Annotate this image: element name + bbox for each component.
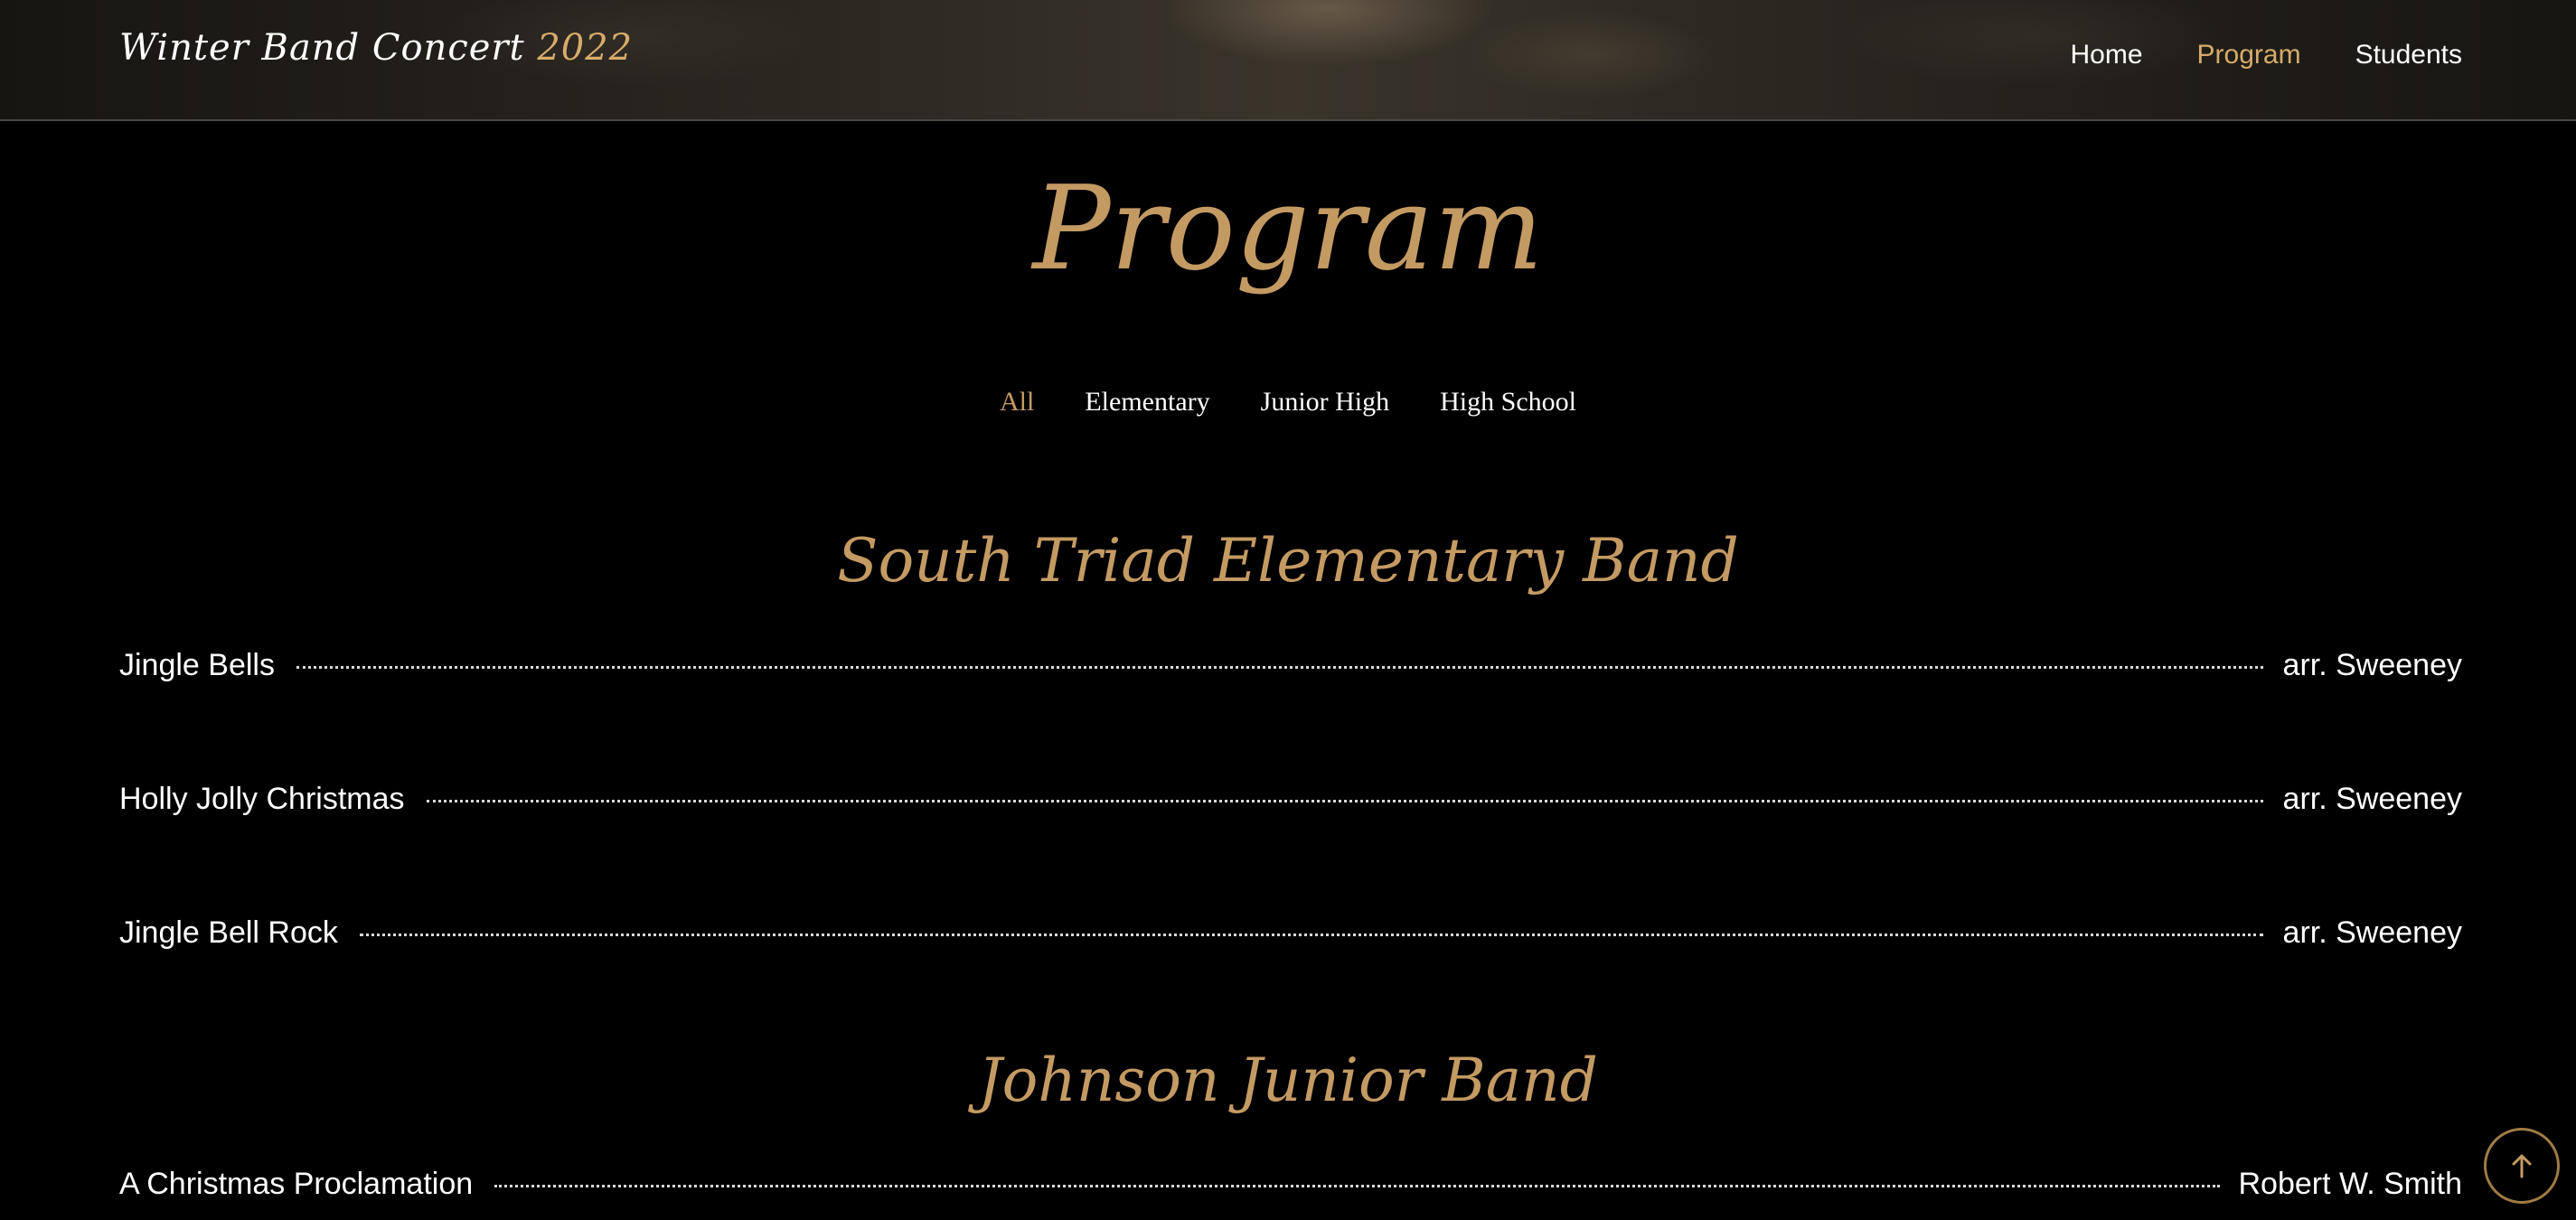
piece-credit: arr. Sweeney	[2282, 781, 2462, 816]
arrow-up-icon	[2512, 1154, 2532, 1178]
filter-junior-high[interactable]: Junior High	[1261, 387, 1390, 418]
site-header: Winter Band Concert 2022 Home Program St…	[0, 0, 2576, 121]
site-brand[interactable]: Winter Band Concert 2022	[119, 27, 633, 69]
piece-title: Holly Jolly Christmas	[119, 781, 405, 816]
filter-high-school[interactable]: High School	[1440, 387, 1576, 418]
dotted-leader	[494, 1184, 2221, 1187]
brand-name: Winter Band Concert	[119, 27, 525, 69]
program-row: Holly Jolly Christmas arr. Sweeney	[119, 779, 2462, 819]
filter-all[interactable]: All	[1000, 387, 1034, 418]
piece-title: A Christmas Proclamation	[119, 1166, 474, 1201]
piece-credit: arr. Sweeney	[2282, 647, 2462, 682]
dotted-leader	[359, 933, 2263, 936]
program-row: Jingle Bells arr. Sweeney	[119, 645, 2462, 685]
dotted-leader	[296, 665, 2263, 669]
program-filter: All Elementary Junior High High School	[0, 387, 2576, 418]
page-title: Program	[1032, 162, 1544, 296]
piece-title: Jingle Bell Rock	[119, 915, 338, 950]
back-to-top-button[interactable]	[2484, 1128, 2560, 1204]
section-title-junior: Johnson Junior Band	[978, 1046, 1598, 1115]
brand-year: 2022	[537, 27, 634, 69]
dotted-leader	[426, 799, 2263, 802]
program-row: A Christmas Proclamation Robert W. Smith	[119, 1164, 2462, 1204]
section-title-elementary: South Triad Elementary Band	[837, 526, 1739, 596]
piece-credit: Robert W. Smith	[2238, 1166, 2462, 1201]
filter-elementary[interactable]: Elementary	[1085, 387, 1209, 418]
nav-home[interactable]: Home	[2071, 40, 2143, 70]
nav-students[interactable]: Students	[2355, 40, 2462, 70]
main-nav: Home Program Students	[2071, 40, 2463, 70]
piece-credit: arr. Sweeney	[2282, 915, 2462, 950]
nav-program[interactable]: Program	[2197, 40, 2301, 70]
program-row: Jingle Bell Rock arr. Sweeney	[119, 913, 2462, 953]
piece-title: Jingle Bells	[119, 647, 275, 682]
